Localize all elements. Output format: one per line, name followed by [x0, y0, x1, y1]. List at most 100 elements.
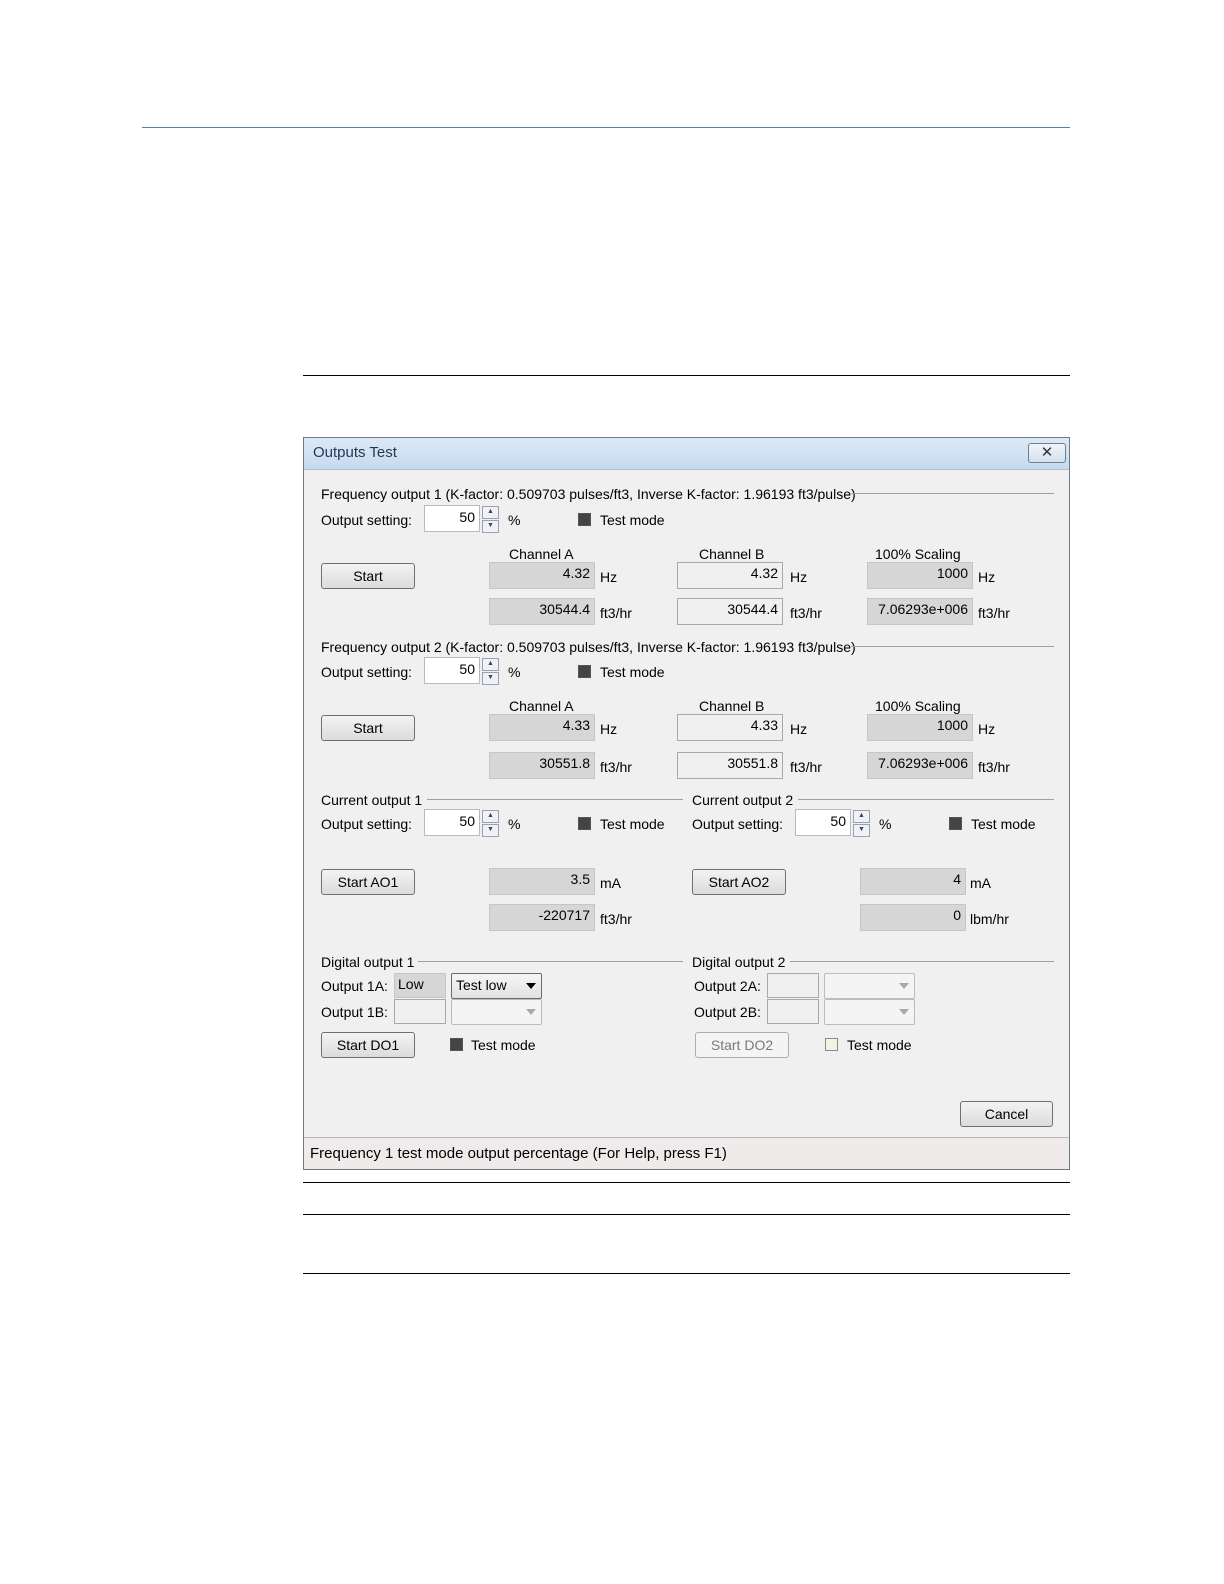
section-rule-2: [303, 1273, 1070, 1274]
freq2-scaling-hz: 1000: [867, 714, 973, 741]
output-2a-label: Output 2A:: [694, 978, 761, 994]
chevron-down-icon: [526, 983, 536, 989]
freq1-start-button[interactable]: Start: [321, 563, 415, 589]
output-1a-select[interactable]: Test low: [451, 973, 542, 999]
ma-unit-label: mA: [600, 875, 621, 891]
up-arrow-icon[interactable]: ▲: [482, 658, 499, 671]
down-arrow-icon[interactable]: ▼: [853, 824, 870, 837]
down-arrow-icon[interactable]: ▼: [482, 672, 499, 685]
freq2-start-button[interactable]: Start: [321, 715, 415, 741]
start-ao1-button[interactable]: Start AO1: [321, 869, 415, 895]
freq1-scaling-hz: 1000: [867, 562, 973, 589]
freq1-test-mode-checkbox[interactable]: [578, 513, 591, 526]
current2-percent-label: %: [879, 816, 892, 832]
flow-unit-label: ft3/hr: [978, 759, 1010, 775]
freq2-output-setting-label: Output setting:: [321, 664, 413, 680]
current1-test-mode-checkbox[interactable]: [578, 817, 591, 830]
output-1a-value: Low: [394, 973, 446, 998]
output-2a-value: [767, 973, 819, 998]
start-ao2-button[interactable]: Start AO2: [692, 869, 786, 895]
current2-output-setting-input[interactable]: 50: [795, 809, 851, 836]
flow-unit-label: ft3/hr: [600, 759, 632, 775]
freq1-channel-b-flow: 30544.4: [677, 598, 783, 625]
freq2-group-title: Frequency output 2 (K-factor: 0.509703 p…: [321, 639, 856, 655]
hz-unit-label: Hz: [790, 569, 808, 585]
flow-unit-label: ft3/hr: [790, 759, 822, 775]
freq2-test-mode-label: Test mode: [600, 664, 665, 680]
hz-unit-label: Hz: [600, 569, 618, 585]
freq2-channel-b-header: Channel B: [699, 698, 765, 714]
current2-test-mode-checkbox[interactable]: [949, 817, 962, 830]
close-button[interactable]: ✕: [1028, 443, 1066, 463]
freq2-scaling-header: 100% Scaling: [875, 698, 961, 714]
freq2-spinner[interactable]: ▲ ▼: [482, 658, 499, 685]
freq2-channel-a-hz: 4.33: [489, 714, 595, 741]
digital1-test-mode-checkbox[interactable]: [450, 1038, 463, 1051]
close-icon: ✕: [1040, 444, 1054, 461]
up-arrow-icon[interactable]: ▲: [482, 810, 499, 823]
current2-group-line: [798, 799, 1054, 800]
freq1-test-mode-label: Test mode: [600, 512, 665, 528]
output-2b-select[interactable]: [824, 999, 915, 1025]
down-arrow-icon[interactable]: ▼: [482, 824, 499, 837]
hz-unit-label: Hz: [978, 569, 996, 585]
freq1-channel-b-header: Channel B: [699, 546, 765, 562]
current1-group-line: [427, 799, 683, 800]
figure-top-rule: [303, 375, 1070, 376]
flow-unit-label: ft3/hr: [978, 605, 1010, 621]
freq1-output-setting-label: Output setting:: [321, 512, 413, 528]
freq1-channel-a-header: Channel A: [509, 546, 574, 562]
output-2b-value: [767, 999, 819, 1024]
freq1-scaling-header: 100% Scaling: [875, 546, 961, 562]
output-2b-label: Output 2B:: [694, 1004, 761, 1020]
digital2-test-mode-checkbox[interactable]: [825, 1038, 838, 1051]
freq2-test-mode-checkbox[interactable]: [578, 665, 591, 678]
current2-group-title: Current output 2: [692, 792, 794, 808]
status-text: Frequency 1 test mode output percentage …: [310, 1145, 727, 1162]
start-do2-button[interactable]: Start DO2: [695, 1032, 789, 1058]
freq2-channel-b-hz: 4.33: [677, 714, 783, 741]
flow-unit-label: ft3/hr: [600, 605, 632, 621]
ma-unit-label: mA: [970, 875, 991, 891]
output-1a-label: Output 1A:: [321, 978, 388, 994]
freq2-output-setting-input[interactable]: 50: [424, 657, 480, 684]
current1-output-setting-input[interactable]: 50: [424, 809, 480, 836]
freq1-percent-label: %: [508, 512, 521, 528]
current1-spinner[interactable]: ▲ ▼: [482, 810, 499, 837]
output-1b-value: [394, 999, 446, 1024]
mass-flow-unit-label: lbm/hr: [970, 911, 1009, 927]
current1-test-mode-label: Test mode: [600, 816, 665, 832]
page-header-rule: [142, 127, 1070, 128]
section-rule: [303, 1214, 1070, 1215]
freq2-scaling-flow: 7.06293e+006: [867, 752, 973, 779]
digital1-test-mode-label: Test mode: [471, 1037, 536, 1053]
digital2-test-mode-label: Test mode: [847, 1037, 912, 1053]
current1-group-title: Current output 1: [321, 792, 423, 808]
current2-spinner[interactable]: ▲ ▼: [853, 810, 870, 837]
output-1a-select-value: Test low: [456, 977, 507, 993]
digital2-group-title: Digital output 2: [692, 954, 786, 970]
freq1-scaling-flow: 7.06293e+006: [867, 598, 973, 625]
freq1-channel-a-hz: 4.32: [489, 562, 595, 589]
freq2-channel-b-flow: 30551.8: [677, 752, 783, 779]
start-do1-button[interactable]: Start DO1: [321, 1032, 415, 1058]
output-2a-select[interactable]: [824, 973, 915, 999]
down-arrow-icon[interactable]: ▼: [482, 520, 499, 533]
freq1-spinner[interactable]: ▲ ▼: [482, 506, 499, 533]
up-arrow-icon[interactable]: ▲: [482, 506, 499, 519]
up-arrow-icon[interactable]: ▲: [853, 810, 870, 823]
cancel-button[interactable]: Cancel: [960, 1101, 1053, 1127]
hz-unit-label: Hz: [978, 721, 996, 737]
outputs-test-dialog: Outputs Test ✕ Frequency output 1 (K-fac…: [303, 437, 1070, 1170]
digital2-group-line: [790, 961, 1054, 962]
digital1-group-line: [418, 961, 683, 962]
freq1-output-setting-input[interactable]: 50: [424, 505, 480, 532]
current1-percent-label: %: [508, 816, 521, 832]
flow-unit-label: ft3/hr: [790, 605, 822, 621]
hz-unit-label: Hz: [600, 721, 618, 737]
output-1b-label: Output 1B:: [321, 1004, 388, 1020]
current2-test-mode-label: Test mode: [971, 816, 1036, 832]
current1-ma-value: 3.5: [489, 868, 595, 895]
output-1b-select[interactable]: [451, 999, 542, 1025]
freq1-group-line: [851, 493, 1054, 494]
